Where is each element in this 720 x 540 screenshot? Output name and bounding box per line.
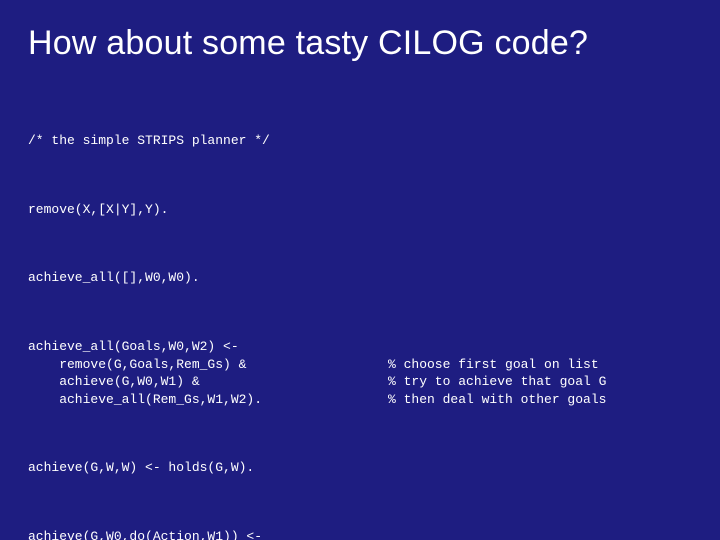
code-block: /* the simple STRIPS planner */ remove(X… <box>28 97 692 540</box>
code-achieve-holds: achieve(G,W,W) <- holds(G,W). <box>28 459 692 477</box>
code-achieve-all-rec: achieve_all(Goals,W0,W2) <- remove(G,Goa… <box>28 338 692 408</box>
code-remove: remove(X,[X|Y],Y). <box>28 201 692 219</box>
slide: How about some tasty CILOG code? /* the … <box>0 0 720 540</box>
code-achieve-do: achieve(G,W0,do(Action,W1)) <- achieves(… <box>28 528 692 540</box>
code-comment: /* the simple STRIPS planner */ <box>28 132 692 150</box>
page-title: How about some tasty CILOG code? <box>28 24 692 63</box>
code-achieve-all-rec-comments: % choose first goal on list % try to ach… <box>388 338 606 408</box>
code-achieve-all-rec-body: achieve_all(Goals,W0,W2) <- remove(G,Goa… <box>28 338 348 408</box>
code-achieve-all-base: achieve_all([],W0,W0). <box>28 269 692 287</box>
